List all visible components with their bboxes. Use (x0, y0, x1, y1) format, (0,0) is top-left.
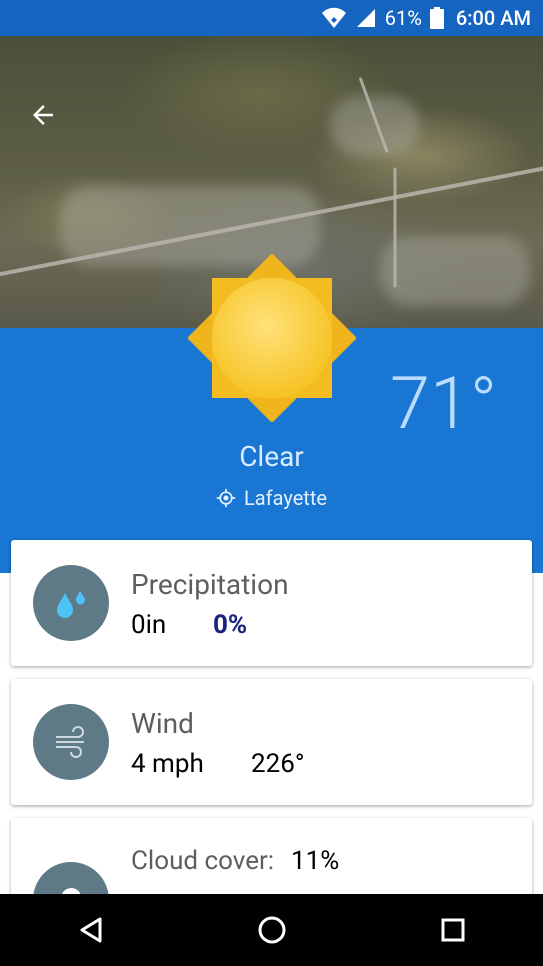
back-button[interactable] (24, 96, 62, 134)
location-icon (216, 488, 236, 508)
wind-icon-circle (33, 704, 109, 780)
wind-card[interactable]: Wind 4 mph 226° (11, 679, 532, 805)
precipitation-chance: 0% (213, 610, 248, 640)
cloud-cover-value: 11% (291, 846, 340, 876)
nav-back-icon (80, 917, 101, 943)
precipitation-card[interactable]: Precipitation 0in 0% (11, 540, 532, 666)
precipitation-title: Precipitation (131, 568, 289, 601)
arrow-left-icon (33, 105, 53, 125)
location-row: Lafayette (0, 486, 543, 510)
nav-back-button[interactable] (61, 900, 121, 960)
nav-home-icon (258, 916, 285, 944)
precipitation-amount: 0in (131, 610, 167, 640)
status-bar: 61% 6:00 AM (0, 0, 543, 36)
battery-icon (429, 7, 444, 29)
wind-speed: 4 mph (131, 749, 204, 779)
nav-recents-icon (441, 918, 464, 942)
battery-percent: 61% (384, 6, 422, 30)
wind-direction: 226° (251, 749, 305, 779)
weather-condition: Clear (239, 440, 304, 473)
temperature: 71° (390, 361, 498, 446)
location-name: Lafayette (244, 486, 327, 510)
wifi-icon (321, 7, 347, 29)
raindrops-icon (57, 591, 85, 618)
nav-recents-button[interactable] (423, 900, 483, 960)
sun-icon (187, 253, 357, 423)
cloud-cover-title: Cloud cover: (131, 846, 275, 876)
precipitation-icon-circle (33, 565, 109, 641)
wind-icon (56, 726, 84, 758)
nav-home-button[interactable] (242, 900, 302, 960)
navigation-bar (0, 894, 543, 966)
signal-icon (355, 7, 377, 29)
clock: 6:00 AM (455, 6, 531, 30)
wind-title: Wind (131, 707, 194, 740)
